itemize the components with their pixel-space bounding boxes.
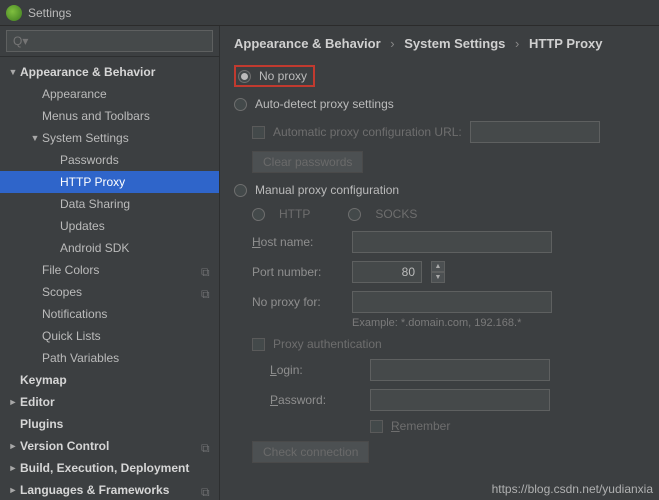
noproxyfor-example: Example: *.domain.com, 192.168.*	[352, 317, 645, 329]
tree-item-label: Editor	[20, 395, 211, 409]
manual-proxy-label: Manual proxy configuration	[255, 183, 399, 197]
tree-item-label: Android SDK	[60, 241, 211, 255]
auto-detect-label: Auto-detect proxy settings	[255, 97, 394, 111]
proxy-auth-checkbox[interactable]	[252, 338, 265, 351]
tree-item-label: Updates	[60, 219, 211, 233]
chevron-right-icon: ►	[6, 485, 20, 495]
login-label: Login:	[270, 363, 360, 377]
hostname-input[interactable]	[352, 231, 552, 253]
tree-item-label: Keymap	[20, 373, 211, 387]
sidebar: ▼Appearance & BehaviorAppearanceMenus an…	[0, 26, 220, 500]
hostname-label: Host name:	[252, 235, 342, 249]
auto-url-input[interactable]	[470, 121, 600, 143]
breadcrumb-seg: Appearance & Behavior	[234, 36, 381, 51]
tree-item[interactable]: Scopes⧉	[0, 281, 219, 303]
tree-item[interactable]: Path Variables	[0, 347, 219, 369]
auto-detect-radio[interactable]	[234, 98, 247, 111]
tree-item-label: Notifications	[42, 307, 211, 321]
tree-item[interactable]: ►Editor	[0, 391, 219, 413]
chevron-right-icon: ►	[6, 397, 20, 407]
noproxyfor-input[interactable]	[352, 291, 552, 313]
chevron-right-icon: ►	[6, 441, 20, 451]
socks-radio[interactable]	[348, 208, 361, 221]
password-input[interactable]	[370, 389, 550, 411]
tree-item-label: Version Control	[20, 439, 201, 453]
noproxyfor-label: No proxy for:	[252, 295, 342, 309]
tree-item[interactable]: Keymap	[0, 369, 219, 391]
auto-url-label: Automatic proxy configuration URL:	[273, 125, 462, 139]
check-connection-button[interactable]: Check connection	[252, 441, 369, 463]
http-radio[interactable]	[252, 208, 265, 221]
chevron-right-icon: ›	[390, 36, 394, 51]
project-level-icon: ⧉	[201, 287, 211, 297]
tree-item[interactable]: Appearance	[0, 83, 219, 105]
tree-item[interactable]: Data Sharing	[0, 193, 219, 215]
no-proxy-radio[interactable]	[238, 70, 251, 83]
tree-item[interactable]: File Colors⧉	[0, 259, 219, 281]
window-title: Settings	[28, 6, 71, 20]
tree-item-label: Passwords	[60, 153, 211, 167]
settings-tree: ▼Appearance & BehaviorAppearanceMenus an…	[0, 57, 219, 500]
tree-item[interactable]: Updates	[0, 215, 219, 237]
tree-item-label: Scopes	[42, 285, 201, 299]
port-spinner[interactable]: ▲▼	[431, 261, 445, 283]
tree-item[interactable]: Android SDK	[0, 237, 219, 259]
tree-item[interactable]: Notifications	[0, 303, 219, 325]
socks-label: SOCKS	[375, 207, 417, 221]
tree-item-label: Languages & Frameworks	[20, 483, 201, 497]
project-level-icon: ⧉	[201, 485, 211, 495]
tree-item[interactable]: Quick Lists	[0, 325, 219, 347]
chevron-down-icon: ▼	[6, 67, 20, 77]
tree-item-label: Appearance	[42, 87, 211, 101]
tree-item[interactable]: ▼System Settings	[0, 127, 219, 149]
tree-item-label: File Colors	[42, 263, 201, 277]
password-label: Password:	[270, 393, 360, 407]
project-level-icon: ⧉	[201, 441, 211, 451]
clear-passwords-button[interactable]: Clear passwords	[252, 151, 363, 173]
port-label: Port number:	[252, 265, 342, 279]
remember-label: Remember	[391, 419, 450, 433]
content-pane: Appearance & Behavior › System Settings …	[220, 26, 659, 500]
tree-item-label: HTTP Proxy	[60, 175, 211, 189]
tree-item[interactable]: HTTP Proxy	[0, 171, 219, 193]
tree-item[interactable]: Plugins	[0, 413, 219, 435]
auto-url-checkbox[interactable]	[252, 126, 265, 139]
app-logo-icon	[6, 5, 22, 21]
tree-item-label: System Settings	[42, 131, 211, 145]
tree-item[interactable]: ►Build, Execution, Deployment	[0, 457, 219, 479]
tree-item[interactable]: ▼Appearance & Behavior	[0, 61, 219, 83]
tree-item[interactable]: Menus and Toolbars	[0, 105, 219, 127]
tree-item-label: Quick Lists	[42, 329, 211, 343]
chevron-right-icon: ›	[515, 36, 519, 51]
tree-item-label: Menus and Toolbars	[42, 109, 211, 123]
tree-item[interactable]: ►Version Control⧉	[0, 435, 219, 457]
project-level-icon: ⧉	[201, 265, 211, 275]
breadcrumb-seg: System Settings	[404, 36, 505, 51]
tree-item[interactable]: Passwords	[0, 149, 219, 171]
port-input[interactable]	[352, 261, 422, 283]
remember-checkbox[interactable]	[370, 420, 383, 433]
login-input[interactable]	[370, 359, 550, 381]
tree-item-label: Appearance & Behavior	[20, 65, 211, 79]
tree-item-label: Path Variables	[42, 351, 211, 365]
watermark: https://blog.csdn.net/yudianxia	[492, 482, 653, 496]
tree-item-label: Plugins	[20, 417, 211, 431]
tree-item-label: Build, Execution, Deployment	[20, 461, 211, 475]
no-proxy-label: No proxy	[259, 69, 307, 83]
manual-proxy-radio[interactable]	[234, 184, 247, 197]
chevron-down-icon: ▼	[28, 133, 42, 143]
highlight-box: No proxy	[234, 65, 315, 87]
tree-item-label: Data Sharing	[60, 197, 211, 211]
search-input[interactable]	[6, 30, 213, 52]
http-label: HTTP	[279, 207, 310, 221]
chevron-right-icon: ►	[6, 463, 20, 473]
proxy-auth-label: Proxy authentication	[273, 337, 382, 351]
breadcrumb-seg: HTTP Proxy	[529, 36, 602, 51]
breadcrumb: Appearance & Behavior › System Settings …	[234, 36, 645, 51]
titlebar: Settings	[0, 0, 659, 26]
tree-item[interactable]: ►Languages & Frameworks⧉	[0, 479, 219, 500]
